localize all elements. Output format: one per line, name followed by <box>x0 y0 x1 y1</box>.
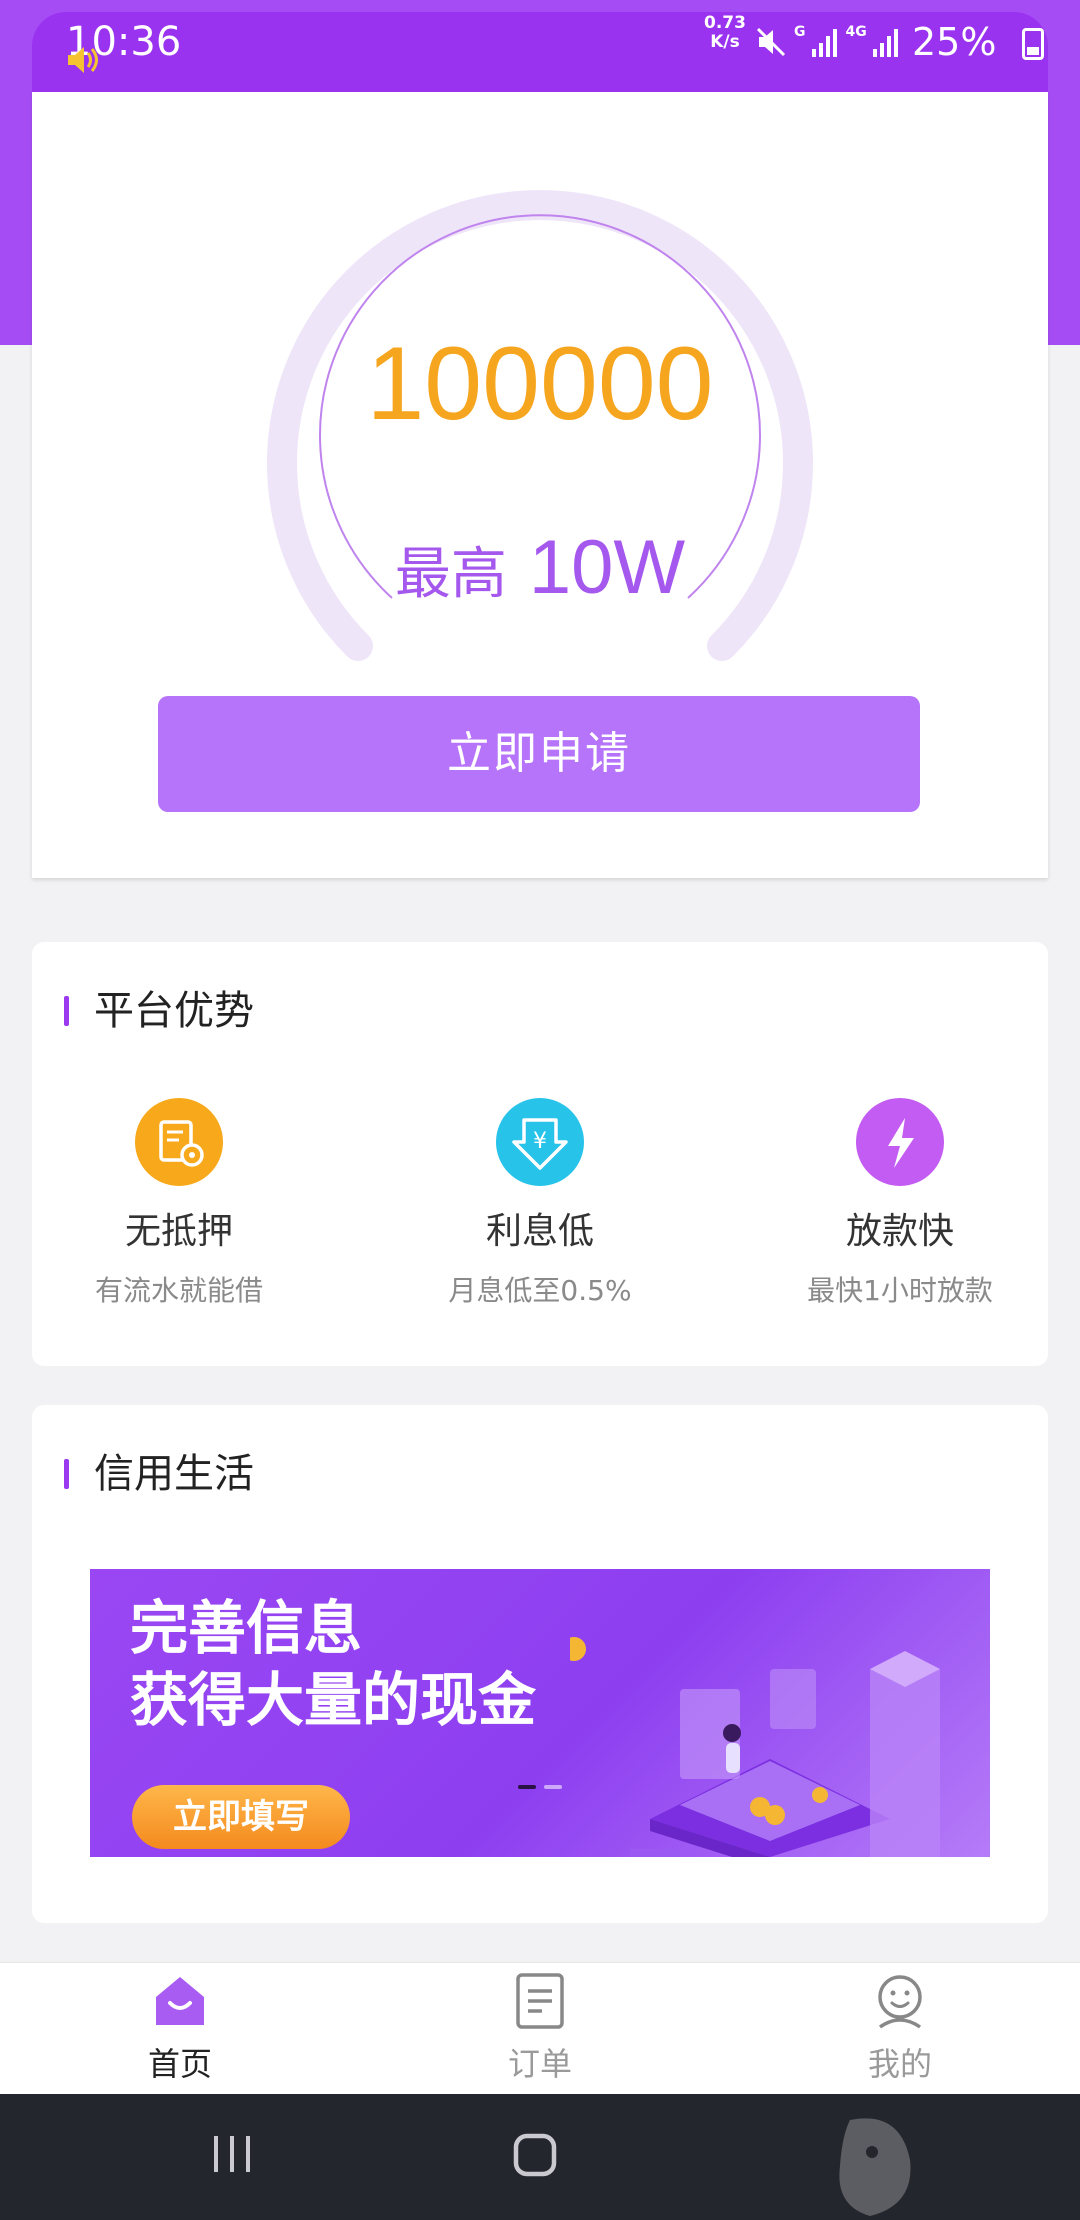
section-title: 信用生活 <box>64 1451 254 1497</box>
nav-label: 首页 <box>147 2045 212 2083</box>
section-title: 平台优势 <box>64 988 254 1034</box>
promo-banner[interactable]: 完善信息 获得大量的现金 立即填写 <box>90 1569 990 1857</box>
mute-icon <box>756 27 786 57</box>
advantage-item: 放款快 最快1小时放款 <box>770 1098 1030 1308</box>
nav-profile[interactable]: 我的 <box>800 1973 1000 2083</box>
battery-percent: 25% <box>912 20 997 64</box>
advantage-item: 无抵押 有流水就能借 <box>49 1098 309 1308</box>
nav-label: 我的 <box>867 2045 932 2083</box>
platform-advantages-card: 平台优势 无抵押 有流水就能借 ¥ 利息低 月息低至0.5% 放款快 最快1小时… <box>32 942 1048 1366</box>
yen-down-icon: ¥ <box>496 1098 584 1186</box>
network-speed: 0.73 K/s <box>704 13 746 52</box>
advantage-subtitle: 最快1小时放款 <box>807 1274 993 1307</box>
home-button-icon[interactable] <box>512 2132 558 2178</box>
fill-now-button[interactable]: 立即填写 <box>132 1785 350 1849</box>
svg-text:¥: ¥ <box>533 1129 547 1154</box>
document-seal-icon <box>135 1098 223 1186</box>
carousel-indicator <box>518 1785 562 1789</box>
advantage-item: ¥ 利息低 月息低至0.5% <box>410 1098 670 1308</box>
signal-type-label: 4G <box>845 24 867 40</box>
watermark-logo <box>839 2118 911 2216</box>
advantage-title: 放款快 <box>845 1211 954 1252</box>
apply-now-button[interactable]: 立即申请 <box>158 696 920 812</box>
lightning-icon <box>856 1098 944 1186</box>
banner-subheadline: 获得大量的现金 <box>130 1666 537 1734</box>
system-navigation-bar <box>0 2094 1080 2220</box>
max-label: 最高 <box>394 542 507 607</box>
banner-illustration <box>570 1637 940 1857</box>
battery-icon <box>1022 28 1044 60</box>
advantage-subtitle: 有流水就能借 <box>94 1274 263 1307</box>
max-amount: 最高 10W <box>32 530 1048 606</box>
loan-amount-card: 100000 最高 10W 立即申请 <box>32 92 1048 878</box>
signal-icon <box>872 29 898 57</box>
order-document-icon <box>516 1973 564 2029</box>
bottom-navigation: 首页 订单 我的 <box>0 1962 1080 2094</box>
home-icon <box>156 1977 204 2025</box>
speaker-icon <box>68 47 98 73</box>
status-bar: 10:36 0.73 K/s G 4G 25% <box>32 12 1048 92</box>
nav-label: 订单 <box>507 2045 572 2083</box>
carousel-dot[interactable] <box>544 1785 562 1789</box>
nav-orders[interactable]: 订单 <box>440 1973 640 2083</box>
advantage-title: 利息低 <box>485 1211 594 1252</box>
profile-icon <box>878 1975 922 2029</box>
max-value: 10W <box>528 525 686 610</box>
advantage-subtitle: 月息低至0.5% <box>448 1274 632 1307</box>
recent-apps-icon[interactable] <box>210 2132 254 2176</box>
signal-type-label: G <box>794 24 806 40</box>
nav-home[interactable]: 首页 <box>80 1973 280 2083</box>
carousel-dot[interactable] <box>518 1785 536 1789</box>
signal-icon <box>811 29 837 57</box>
advantage-title: 无抵押 <box>124 1211 233 1252</box>
banner-headline: 完善信息 <box>130 1594 363 1662</box>
loan-amount: 100000 <box>366 326 714 442</box>
status-icons: G 4G <box>754 22 901 62</box>
credit-life-card: 信用生活 完善信息 获得大量的现金 立即填写 <box>32 1405 1048 1923</box>
